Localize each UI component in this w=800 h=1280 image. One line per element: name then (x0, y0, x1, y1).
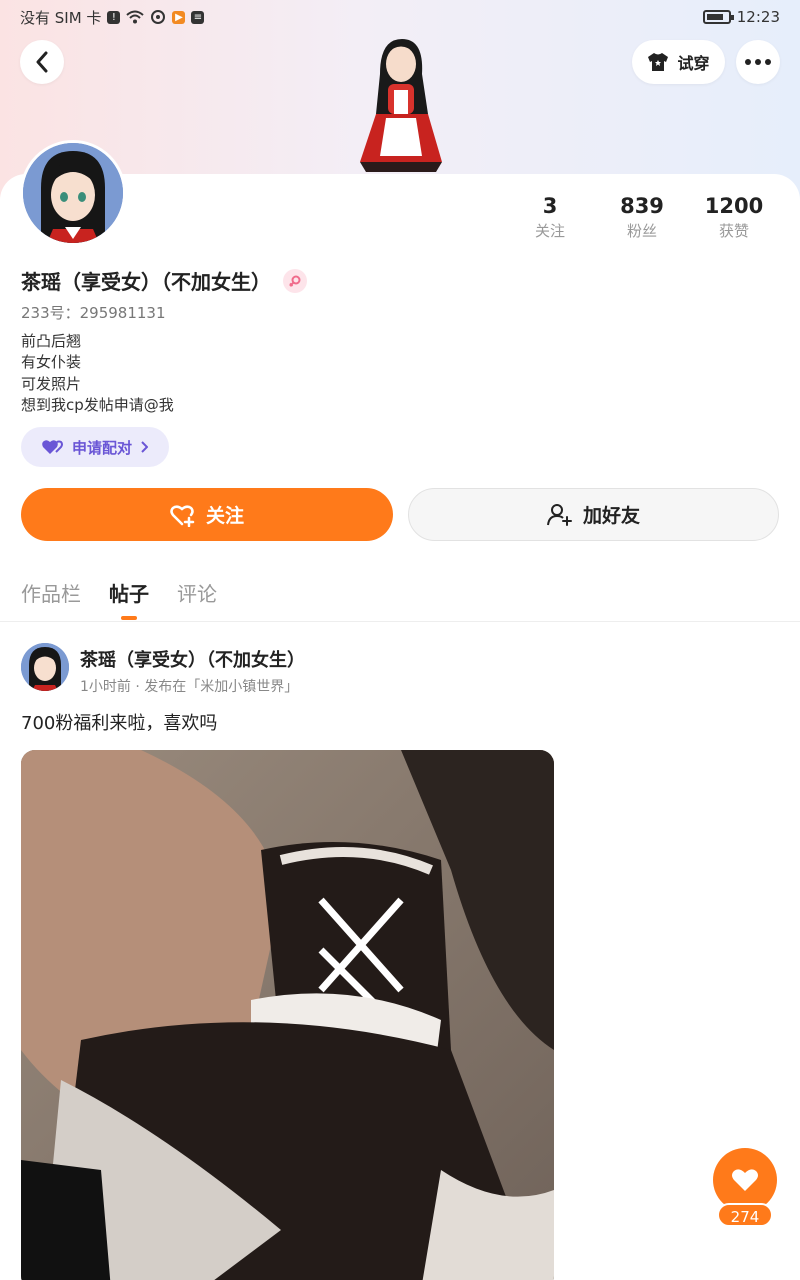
double-heart-icon (42, 440, 63, 454)
like-count: 274 (717, 1203, 773, 1227)
more-button[interactable] (736, 40, 780, 84)
user-id: 233号：295981131 (21, 304, 166, 322)
stat-following[interactable]: 3 关注 (504, 192, 596, 242)
carrier-text: 没有 SIM 卡 (20, 8, 102, 27)
post-meta: 1小时前 · 发布在「米加小镇世界」 (80, 679, 299, 695)
battery-fill (706, 14, 723, 20)
try-on-label: 试穿 (677, 54, 710, 73)
add-friend-button[interactable]: 加好友 (408, 488, 779, 541)
clock-text: 12:23 (736, 8, 780, 26)
post-text: 700粉福利来啦，喜欢吗 (21, 713, 218, 734)
stat-label: 粉丝 (626, 222, 657, 240)
tab-posts[interactable]: 帖子 (109, 578, 149, 622)
bio-line: 想到我cp发帖申请@我 (21, 395, 174, 414)
stat-followers[interactable]: 839 粉丝 (596, 192, 688, 242)
nfc-icon (150, 9, 166, 25)
stat-value: 839 (620, 194, 664, 218)
add-user-icon (546, 503, 572, 526)
post-author-avatar[interactable] (21, 643, 69, 691)
stat-label: 关注 (534, 222, 565, 240)
bio-line: 有女仆装 (21, 353, 82, 372)
stat-likes[interactable]: 1200 获赞 (688, 192, 780, 242)
ellipsis-icon (745, 59, 771, 65)
female-gender-icon (283, 268, 307, 293)
profile-bio: 前凸后翘 有女仆装 可发照片 想到我cp发帖申请@我 (21, 331, 174, 416)
active-tab-indicator (121, 616, 137, 620)
sim-alert-icon: ! (107, 10, 121, 24)
tab-works[interactable]: 作品栏 (21, 578, 81, 622)
app-notification-icon-2: ≡ (191, 10, 205, 24)
heart-icon (732, 1169, 758, 1191)
request-pair-button[interactable]: 申请配对 (21, 427, 169, 467)
status-left: 没有 SIM 卡 ! ▶ ≡ (20, 7, 205, 28)
profile-stats: 3 关注 839 粉丝 1200 获赞 (504, 192, 780, 242)
app-notification-icon: ▶ (172, 10, 186, 24)
bio-line: 可发照片 (21, 374, 82, 393)
tab-label: 作品栏 (21, 582, 81, 606)
stat-value: 3 (542, 194, 558, 218)
profile-name: 茶瑶（享受女）（不加女生） (21, 270, 271, 294)
tab-comments[interactable]: 评论 (177, 578, 217, 622)
post-image[interactable] (21, 750, 554, 1280)
chevron-right-icon (141, 441, 148, 453)
profile-avatar[interactable] (20, 140, 126, 246)
shirt-icon (648, 53, 669, 71)
tabs-divider (0, 621, 800, 622)
heart-plus-icon (170, 504, 195, 527)
back-button[interactable] (20, 40, 64, 84)
status-bar: 没有 SIM 卡 ! ▶ ≡ 12:23 (0, 0, 800, 34)
wifi-icon (126, 10, 145, 24)
tab-label: 帖子 (109, 582, 149, 606)
profile-tabs: 作品栏 帖子 评论 (21, 578, 217, 622)
stat-label: 获赞 (718, 222, 749, 240)
like-fab[interactable]: 274 (712, 1148, 778, 1228)
request-pair-label: 申请配对 (71, 438, 132, 457)
chevron-left-icon (36, 51, 48, 73)
battery-icon (702, 10, 734, 24)
try-on-button[interactable]: 试穿 (632, 40, 725, 84)
profile-name-row: 茶瑶（享受女）（不加女生） (21, 266, 307, 295)
status-right: 12:23 (702, 8, 780, 26)
tab-label: 评论 (177, 582, 217, 606)
stat-value: 1200 (704, 194, 764, 218)
post-author-name[interactable]: 茶瑶（享受女）（不加女生） (80, 646, 305, 672)
header-avatar-figure (350, 34, 450, 176)
add-friend-label: 加好友 (582, 505, 640, 527)
follow-button[interactable]: 关注 (21, 488, 393, 541)
follow-label: 关注 (205, 505, 244, 527)
bio-line: 前凸后翘 (21, 332, 82, 350)
